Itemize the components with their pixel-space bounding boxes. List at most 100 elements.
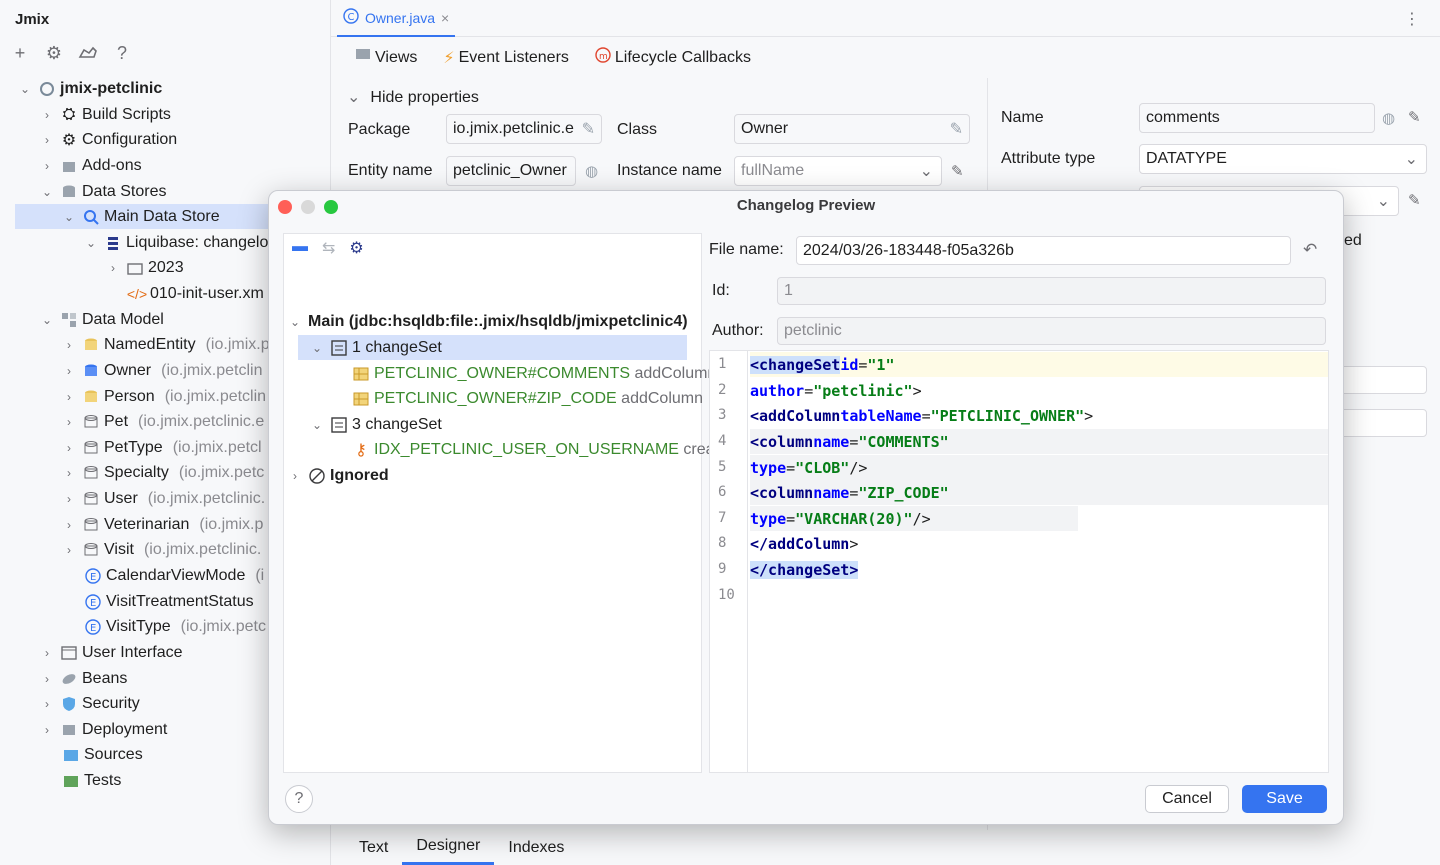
help-button[interactable]: ? (285, 785, 313, 813)
chevron-right-icon[interactable]: › (62, 338, 76, 352)
tree-changeset-3[interactable]: ⌄ 3 changeSet (310, 412, 442, 437)
chevron-down-icon[interactable]: ⌄ (40, 185, 54, 199)
tree-item-entity[interactable]: › NamedEntity (io.jmix.p (62, 332, 270, 357)
tree-item-2023[interactable]: › 2023 (106, 255, 184, 280)
globe-icon[interactable]: ◍ (585, 162, 598, 180)
chevron-right-icon[interactable]: › (40, 723, 54, 737)
chevron-down-icon[interactable]: ⌄ (40, 313, 54, 327)
chevron-right-icon[interactable]: › (62, 364, 76, 378)
chevron-down-icon[interactable]: ⌄ (310, 341, 324, 355)
chevron-right-icon[interactable]: › (40, 159, 54, 173)
save-button[interactable]: Save (1242, 785, 1327, 813)
tree-item-entity[interactable]: › PetType (io.jmix.petcl (62, 435, 262, 460)
tree-item-entity[interactable]: › Specialty (io.jmix.petc (62, 460, 264, 485)
tree-item-add-ons[interactable]: › Add-ons (40, 153, 142, 178)
chevron-down-icon[interactable]: ⌄ (288, 315, 302, 329)
attr-type-select[interactable]: DATATYPE ⌄ (1139, 144, 1427, 174)
tree-item-entity[interactable]: › Pet (io.jmix.petclinic.e (62, 409, 264, 434)
views-button[interactable]: Views (355, 48, 417, 67)
pencil-icon[interactable]: ✎ (1408, 191, 1421, 209)
chevron-right-icon[interactable]: › (62, 466, 76, 480)
file-name-value: 2024/03/26-183448-f05a326b (803, 241, 1014, 259)
class-field[interactable]: Owner ✎ (734, 114, 970, 144)
add-icon[interactable]: + (10, 43, 30, 63)
tree-item-enum[interactable]: E CalendarViewMode (i (84, 563, 264, 588)
tree-item-beans[interactable]: › Beans (40, 666, 127, 691)
tree-item-tests[interactable]: Tests (62, 768, 121, 793)
attr-name-field[interactable]: comments (1139, 103, 1375, 133)
chevron-right-icon[interactable]: › (40, 697, 54, 711)
tree-item-configuration[interactable]: › ⚙ Configuration (40, 127, 177, 152)
tree-item-jmix-petclinic[interactable]: ⌄ jmix-petclinic (18, 76, 162, 101)
tree-root-main[interactable]: ⌄ Main (jdbc:hsqldb:file:.jmix/hsqldb/jmi… (288, 309, 688, 334)
tab-indexes[interactable]: Indexes (494, 830, 578, 865)
tree-item-enum[interactable]: E VisitTreatmentStatus (84, 589, 254, 614)
tree-item-entity[interactable]: › Visit (io.jmix.petclinic. (62, 537, 261, 562)
collapse-all-icon[interactable]: ▬ (292, 238, 308, 258)
sync-icon[interactable]: ⇆ (322, 238, 335, 258)
tree-changeset-1[interactable]: ⌄ 1 changeSet (298, 335, 687, 360)
entity-name-field[interactable]: petclinic_Owner (446, 156, 576, 186)
pencil-icon[interactable]: ✎ (951, 162, 964, 180)
tree-item-entity[interactable]: › Person (io.jmix.petclin (62, 384, 266, 409)
chevron-right-icon[interactable]: › (106, 261, 120, 275)
chevron-right-icon[interactable]: › (62, 492, 76, 506)
chevron-down-icon[interactable]: ⌄ (62, 210, 76, 224)
tree-item-enum[interactable]: E VisitType (io.jmix.petc (84, 614, 266, 639)
tree-ignored[interactable]: › Ignored (288, 463, 389, 488)
help-icon[interactable]: ? (112, 43, 132, 63)
gear-icon[interactable]: ⚙ (349, 238, 363, 258)
chevron-right-icon[interactable]: › (62, 518, 76, 532)
hide-properties-toggle[interactable]: ⌄ Hide properties (347, 87, 479, 107)
pencil-icon[interactable]: ✎ (582, 119, 595, 139)
tree-item-data-model[interactable]: ⌄ Data Model (40, 307, 164, 332)
tree-item-liquibase[interactable]: ⌄ Liquibase: changelo (84, 230, 268, 255)
chevron-right-icon[interactable]: › (62, 415, 76, 429)
package-field[interactable]: io.jmix.petclinic.e ✎ (446, 114, 602, 144)
chevron-right-icon[interactable]: › (40, 646, 54, 660)
event-listeners-button[interactable]: ⚡ Event Listeners (443, 48, 569, 68)
tree-item-entity[interactable]: › Veterinarian (io.jmix.p (62, 512, 263, 537)
undo-icon[interactable]: ↶ (1303, 240, 1317, 260)
tree-change-comments[interactable]: PETCLINIC_OWNER#COMMENTS addColumn (352, 361, 716, 386)
chevron-right-icon[interactable]: › (40, 133, 54, 147)
more-icon[interactable]: ⋮ (1404, 9, 1420, 29)
tree-item-entity[interactable]: › Owner (io.jmix.petclin (62, 358, 262, 383)
xml-value: "CLOB" (795, 458, 850, 477)
tree-change-index[interactable]: ⚷ IDX_PETCLINIC_USER_ON_USERNAME create (352, 437, 728, 462)
tab-text[interactable]: Text (345, 830, 402, 865)
tab-designer[interactable]: Designer (402, 830, 495, 865)
ignored-label: Ignored (330, 466, 389, 484)
chevron-down-icon[interactable]: ⌄ (18, 82, 32, 96)
globe-icon[interactable]: ◍ (1382, 109, 1395, 127)
tree-item-data-stores[interactable]: ⌄ Data Stores (40, 179, 167, 204)
chevron-right-icon[interactable]: › (62, 441, 76, 455)
chevron-right-icon[interactable]: › (288, 469, 302, 483)
tab-owner-java[interactable]: C Owner.java × (337, 0, 456, 37)
jmix-icon[interactable] (78, 43, 98, 63)
tree-item-security[interactable]: › Security (40, 691, 140, 716)
chevron-right-icon[interactable]: › (40, 108, 54, 122)
chevron-right-icon[interactable]: › (40, 672, 54, 686)
tree-item-sources[interactable]: Sources (62, 742, 143, 767)
chevron-right-icon[interactable]: › (62, 543, 76, 557)
gear-icon[interactable]: ⚙ (44, 43, 64, 63)
instance-name-select[interactable]: fullName ⌄ (734, 156, 942, 186)
tree-item-init-user-xml[interactable]: </> 010-init-user.xm (127, 281, 264, 306)
close-icon[interactable]: × (441, 10, 449, 26)
lifecycle-callbacks-button[interactable]: m Lifecycle Callbacks (595, 47, 751, 68)
chevron-right-icon[interactable]: › (62, 390, 76, 404)
tree-item-build-scripts[interactable]: › ⛭ Build Scripts (40, 102, 171, 127)
file-name-input[interactable]: 2024/03/26-183448-f05a326b (796, 236, 1291, 265)
pencil-icon[interactable]: ✎ (1408, 108, 1421, 126)
gradle-icon: ⛭ (62, 105, 76, 123)
tree-item-deployment[interactable]: › Deployment (40, 717, 167, 742)
chevron-down-icon[interactable]: ⌄ (310, 418, 324, 432)
tree-item-user-interface[interactable]: › User Interface (40, 640, 182, 665)
pencil-icon[interactable]: ✎ (950, 119, 963, 139)
cancel-button[interactable]: Cancel (1145, 785, 1229, 813)
tree-change-zip-code[interactable]: PETCLINIC_OWNER#ZIP_CODE addColumn (352, 386, 703, 411)
changeset-xml-editor[interactable]: 1 2 3 4 5 6 7 8 9 10 <changeSet id = "1" a… (709, 350, 1329, 773)
tree-item-entity[interactable]: › User (io.jmix.petclinic. (62, 486, 265, 511)
chevron-down-icon[interactable]: ⌄ (84, 236, 98, 250)
